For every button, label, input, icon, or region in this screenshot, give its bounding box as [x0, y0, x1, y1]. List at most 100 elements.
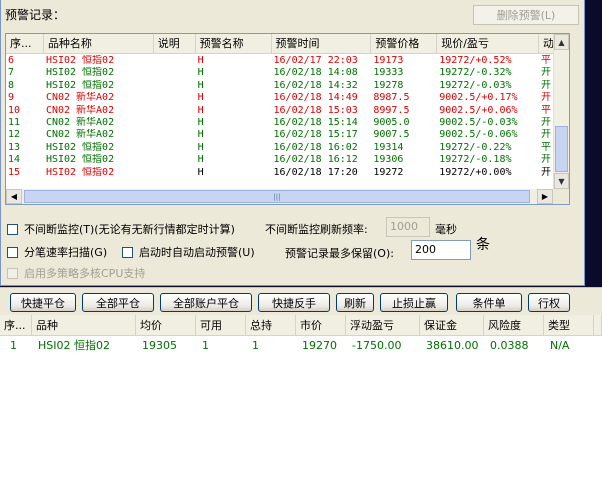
pos-cell-avail: 1	[202, 339, 209, 352]
checkbox-box-icon[interactable]	[7, 223, 18, 235]
alert-cell-name: HSI02 恒指02	[45, 141, 115, 153]
pos-col-extra	[594, 315, 602, 336]
multi-cpu-label: 启用多策略多核CPU支持	[24, 267, 146, 280]
table-row[interactable]: 14 HSI02 恒指02 H 16/02/18 16:12 19306 19272/-0…	[6, 154, 569, 166]
tick-scan-checkbox[interactable]: 分笔速率扫描(G)	[7, 244, 107, 260]
checkbox-box-icon[interactable]	[7, 267, 18, 279]
alert-cell-alert: H	[197, 92, 204, 104]
pos-col-name[interactable]: 品种	[32, 315, 136, 336]
quick-reverse-button[interactable]: 快捷反手	[258, 293, 330, 312]
col-current-pnl[interactable]: 现价/盈亏	[437, 34, 540, 53]
alert-cell-desc	[154, 55, 196, 67]
positions-table[interactable]: 序... 品种 均价 可用 总持 市价 浮动盈亏 保证金 风险度 类型 1 HS…	[0, 315, 602, 485]
alert-record-title: 预警记录：	[5, 8, 66, 22]
table-row[interactable]: 8 HSI02 恒指02 H 16/02/18 14:32 19278 19272/-0.…	[6, 80, 569, 92]
col-alert-time[interactable]: 预警时间	[272, 34, 372, 53]
refresh-frequency-input[interactable]: 1000	[386, 217, 430, 237]
col-name[interactable]: 品种名称	[44, 34, 154, 53]
pos-col-pnl[interactable]: 浮动盈亏	[346, 315, 420, 336]
scroll-thumb[interactable]	[555, 126, 568, 172]
alert-cell-name: HSI02 恒指02	[45, 166, 115, 178]
alert-cell-current: 9002.5/+0.06%	[439, 104, 518, 116]
positions-header: 序... 品种 均价 可用 总持 市价 浮动盈亏 保证金 风险度 类型	[0, 315, 602, 336]
alert-cell-desc	[154, 142, 196, 154]
alert-cell-name: CN02 新华A02	[45, 104, 115, 116]
pos-col-total[interactable]: 总持	[246, 315, 296, 336]
alert-cell-no: 10	[8, 104, 21, 116]
table-row[interactable]: 15 HSI02 恒指02 H 16/02/18 17:20 19272 19272/+0…	[6, 167, 569, 179]
alert-cell-desc	[154, 154, 196, 166]
alert-cell-name: HSI02 恒指02	[45, 154, 115, 166]
checkbox-box-icon[interactable]	[122, 246, 133, 258]
pos-cell-market: 19270	[302, 339, 337, 352]
col-no[interactable]: 序...	[6, 34, 44, 53]
alert-cell-no: 7	[8, 67, 15, 79]
alert-cell-price: 19306	[373, 154, 404, 166]
refresh-button[interactable]: 刷新	[336, 293, 374, 312]
alert-cell-current: 19272/+0.52%	[439, 55, 512, 66]
alert-record-list[interactable]: 序... 品种名称 说明 预警名称 预警时间 预警价格 现价/盈亏 动 6 HSI…	[5, 33, 570, 205]
col-alert-price[interactable]: 预警价格	[371, 34, 438, 53]
alert-cell-desc	[154, 92, 196, 104]
alert-cell-no: 6	[8, 55, 15, 66]
alert-cell-price: 8987.5	[373, 92, 410, 104]
pos-col-margin[interactable]: 保证金	[420, 315, 484, 336]
auto-start-checkbox[interactable]: 启动时自动启动预警(U)	[122, 244, 255, 260]
alert-vertical-scrollbar[interactable]: ▲ ▼	[553, 34, 569, 189]
exercise-button[interactable]: 行权	[528, 293, 570, 312]
alert-cell-alert: H	[197, 154, 204, 166]
alert-cell-alert: H	[197, 55, 204, 66]
alert-horizontal-scrollbar[interactable]: ◀ ||| ▶	[6, 189, 553, 204]
alert-cell-desc	[154, 80, 196, 92]
continuous-monitor-checkbox[interactable]: 不间断监控(T)(无论有无新行情都定时计算)	[7, 221, 235, 237]
table-row[interactable]: 7 HSI02 恒指02 H 16/02/18 14:08 19333 19272/-0.…	[6, 67, 569, 79]
tick-scan-label: 分笔速率扫描(G)	[24, 246, 108, 259]
alert-cell-alert: H	[197, 104, 204, 116]
pos-col-no[interactable]: 序...	[0, 315, 32, 336]
table-row[interactable]: 11 CN02 新华A02 H 16/02/18 15:14 9005.0 9002.5/…	[6, 117, 569, 129]
delete-alert-button[interactable]: 删除预警(L)	[473, 5, 579, 25]
alert-cell-name: CN02 新华A02	[45, 92, 115, 104]
close-all-button[interactable]: 全部平仓	[82, 293, 154, 312]
checkbox-box-icon[interactable]	[7, 246, 18, 258]
alert-cell-price: 9007.5	[373, 129, 410, 141]
alert-cell-no: 11	[8, 116, 21, 128]
col-alert-name[interactable]: 预警名称	[196, 34, 272, 53]
scroll-up-icon[interactable]: ▲	[554, 34, 569, 50]
table-row[interactable]: 13 HSI02 恒指02 H 16/02/18 16:02 19314 19272/-0…	[6, 142, 569, 154]
pos-cell-type: N/A	[550, 339, 570, 352]
close-all-accounts-button[interactable]: 全部账户平仓	[160, 293, 252, 312]
alert-rows: 6 HSI02 恒指02 H 16/02/17 22:03 19173 19272/+0.…	[6, 55, 569, 179]
alert-cell-alert: H	[197, 79, 204, 91]
alert-cell-desc	[154, 117, 196, 129]
table-row[interactable]: 6 HSI02 恒指02 H 16/02/17 22:03 19173 19272/+0.…	[6, 55, 569, 67]
alert-cell-alert: H	[197, 166, 204, 178]
alert-cell-alert: H	[197, 129, 204, 141]
table-row[interactable]: 10 CN02 新华A02 H 16/02/18 15:03 8997.5 9002.5/…	[6, 105, 569, 117]
col-desc[interactable]: 说明	[154, 34, 196, 53]
alert-cell-time: 16/02/18 15:03	[273, 104, 358, 116]
pos-col-avail[interactable]: 可用	[196, 315, 246, 336]
stop-loss-profit-button[interactable]: 止损止赢	[380, 293, 448, 312]
alert-cell-time: 16/02/18 15:17	[273, 129, 358, 141]
refresh-frequency-label: 不间断监控刷新频率:	[265, 223, 368, 236]
table-row[interactable]: 9 CN02 新华A02 H 16/02/18 14:49 8987.5 9002.5/+…	[6, 92, 569, 104]
scroll-down-icon[interactable]: ▼	[554, 173, 569, 189]
table-row[interactable]: 12 CN02 新华A02 H 16/02/18 15:17 9007.5 9002.5/…	[6, 129, 569, 141]
max-keep-input[interactable]: 200	[411, 240, 471, 260]
pos-col-risk[interactable]: 风险度	[484, 315, 544, 336]
quick-close-button[interactable]: 快捷平仓	[10, 293, 76, 312]
alert-cell-no: 15	[8, 166, 21, 178]
multi-cpu-checkbox[interactable]: 启用多策略多核CPU支持	[7, 265, 145, 281]
pos-cell-total: 1	[252, 339, 259, 352]
alert-cell-no: 9	[8, 92, 15, 104]
pos-col-market[interactable]: 市价	[296, 315, 346, 336]
scroll-left-icon[interactable]: ◀	[6, 189, 22, 204]
alert-cell-price: 9005.0	[373, 116, 410, 128]
conditional-order-button[interactable]: 条件单	[456, 293, 522, 312]
hscroll-thumb[interactable]: |||	[24, 190, 530, 203]
pos-col-type[interactable]: 类型	[544, 315, 594, 336]
pos-col-avg[interactable]: 均价	[136, 315, 196, 336]
alert-cell-time: 16/02/18 14:08	[273, 67, 358, 79]
scroll-right-icon[interactable]: ▶	[537, 189, 553, 204]
